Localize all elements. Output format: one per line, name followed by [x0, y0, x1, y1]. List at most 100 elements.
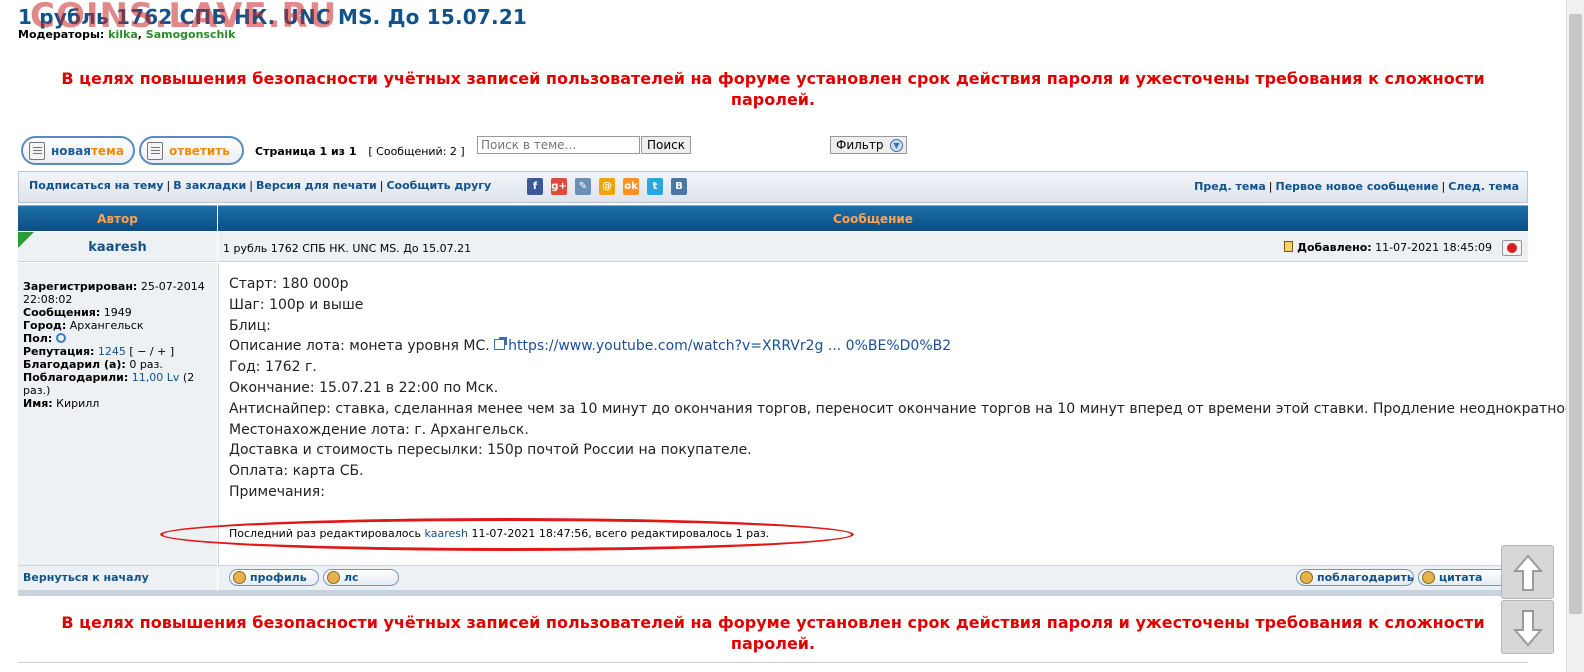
- reputation-label: Репутация:: [23, 345, 95, 358]
- external-link-icon: [494, 337, 508, 351]
- posts-value: 1949: [103, 306, 132, 319]
- topic-tools-links: Подписаться на тему | В закладки | Версия дл…: [29, 179, 492, 192]
- post-footer-left: Вернуться к началу: [18, 566, 217, 591]
- social-share: f g+ ✎ @ ok t B: [527, 178, 687, 195]
- new-topic-label: новая: [51, 143, 91, 158]
- post-line: Шаг: 100р и выше: [229, 296, 364, 313]
- edit-user-link[interactable]: kaaresh: [425, 527, 468, 540]
- message-column-header: Сообщение: [218, 205, 1528, 231]
- subscribe-link[interactable]: Подписаться на тему: [29, 179, 164, 192]
- topic-tools-bar: Подписаться на тему | В закладки | Версия дл…: [18, 171, 1528, 203]
- livejournal-icon[interactable]: ✎: [575, 178, 591, 195]
- edit-prefix: Последний раз редактировалось: [229, 527, 422, 540]
- next-topic-link[interactable]: След. тема: [1448, 180, 1519, 193]
- mailru-icon[interactable]: @: [599, 178, 615, 195]
- thanked-by-value[interactable]: 11,00 Lv: [132, 371, 180, 384]
- post-line: Старт: 180 000р: [229, 276, 349, 292]
- thank-button-label: поблагодарить: [1317, 571, 1414, 584]
- thank-button[interactable]: поблагодарить: [1296, 569, 1414, 586]
- author-profile-cell: Зарегистрирован: 25-07-2014 22:08:02 Соо…: [18, 263, 217, 566]
- post-line: Местонахождение лота: г. Архангельск.: [229, 421, 529, 438]
- quote-icon: [1422, 571, 1435, 584]
- post-body-cell: Старт: 180 000р Шаг: 100р и выше Блиц: О…: [160, 263, 1578, 566]
- private-message-button[interactable]: лс: [323, 569, 399, 586]
- male-icon: [55, 333, 66, 343]
- post-footer-right: профиль лс поблагодарить цитата: [218, 566, 1528, 591]
- users-icon: [327, 571, 340, 584]
- post-subject[interactable]: 1 рубль 1762 СПБ НК. UNC MS. До 15.07.21: [223, 242, 471, 255]
- filter-button[interactable]: Фильтр ▼: [830, 136, 907, 154]
- scroll-up-button[interactable]: [1501, 545, 1554, 599]
- divider: [18, 662, 1528, 663]
- twitter-icon[interactable]: t: [647, 178, 663, 195]
- new-topic-button[interactable]: новая тема: [21, 136, 135, 165]
- thanked-by-label: Поблагодарили:: [23, 371, 129, 384]
- bookmark-link[interactable]: В закладки: [173, 179, 246, 192]
- registered-label: Зарегистрирован:: [23, 280, 138, 293]
- search-button[interactable]: Поиск: [641, 136, 691, 154]
- youtube-link[interactable]: https://www.youtube.com/watch?v=XRRVr2g …: [508, 338, 951, 354]
- facebook-icon[interactable]: f: [527, 178, 543, 195]
- quote-button-label: цитата: [1439, 571, 1483, 584]
- post-line: Описание лота: монета уровня МС.: [229, 338, 490, 355]
- filter-label: Фильтр: [836, 138, 884, 152]
- post-date: Добавлено: 11-07-2021 18:45:09: [1284, 241, 1492, 254]
- print-version-link[interactable]: Версия для печати: [256, 179, 377, 192]
- report-post-icon[interactable]: [1502, 240, 1522, 256]
- prev-topic-link[interactable]: Пред. тема: [1194, 180, 1266, 193]
- security-notice: В целях повышения безопасности учётных з…: [61, 69, 1485, 109]
- moderators-line: Модераторы: kilka, Samogonschik: [18, 28, 236, 41]
- post-line: Год: 1762 г.: [229, 359, 317, 376]
- vkontakte-icon[interactable]: B: [671, 178, 687, 195]
- user-icon: [233, 571, 246, 584]
- post-header-cell: 1 рубль 1762 СПБ НК. UNC MS. До 15.07.21…: [218, 232, 1528, 262]
- post-line-with-link: Описание лота: монета уровня МС. https:/…: [229, 336, 1578, 357]
- back-to-top-link[interactable]: Вернуться к началу: [23, 571, 149, 584]
- reputation-value[interactable]: 1245: [98, 345, 126, 358]
- city-label: Город:: [23, 319, 67, 332]
- moderator-link[interactable]: kilka: [108, 28, 138, 41]
- city-value: Архангельск: [69, 319, 144, 332]
- document-icon: [147, 141, 163, 160]
- reply-button[interactable]: ответить: [139, 136, 244, 165]
- chevron-down-icon: ▼: [890, 139, 903, 152]
- topic-navigation: Пред. тема | Первое новое сообщение | След. …: [1194, 180, 1519, 193]
- thanked-label: Благодарил (а):: [23, 358, 126, 371]
- reputation-controls[interactable]: [ − / + ]: [129, 345, 174, 358]
- new-topic-label-accent: тема: [90, 143, 124, 158]
- post-date-value: 11-07-2021 18:45:09: [1375, 241, 1492, 254]
- post-date-label: Добавлено:: [1297, 241, 1372, 254]
- post-line: Доставка и стоимость пересылки: 150р поч…: [229, 442, 752, 459]
- pagination: Страница 1 из 1 [ Сообщений: 2 ]: [255, 145, 465, 158]
- name-value: Кирилл: [56, 397, 100, 410]
- post-line: Антиснайпер: ставка, сделанная менее чем…: [229, 400, 1578, 417]
- post-author-cell: kaaresh: [18, 232, 217, 262]
- author-column-header: Автор: [18, 205, 217, 231]
- post-author-name[interactable]: kaaresh: [18, 240, 217, 255]
- security-notice-bottom: В целях повышения безопасности учётных з…: [61, 613, 1485, 653]
- thumbs-up-icon: [1300, 571, 1313, 584]
- last-edit-note: Последний раз редактировалось kaaresh 11…: [229, 527, 769, 540]
- page-scrollbar[interactable]: [1566, 0, 1584, 672]
- arrow-down-icon: [1513, 610, 1543, 647]
- edit-suffix: 11-07-2021 18:47:56, всего редактировало…: [471, 527, 770, 540]
- document-icon: [29, 141, 45, 160]
- topic-search-input[interactable]: [477, 136, 640, 154]
- message-count: [ Сообщений: 2 ]: [368, 145, 465, 158]
- table-bottom-border: [18, 591, 1528, 596]
- post-line: Окончание: 15.07.21 в 22:00 по Мск.: [229, 379, 499, 396]
- moderator-link[interactable]: Samogonschik: [146, 28, 236, 41]
- scroll-down-button[interactable]: [1501, 600, 1554, 654]
- scrollbar-thumb[interactable]: [1569, 14, 1582, 614]
- arrow-up-icon: [1513, 554, 1543, 591]
- profile-button[interactable]: профиль: [229, 569, 319, 586]
- gender-label: Пол:: [23, 332, 53, 345]
- odnoklassniki-icon[interactable]: ok: [623, 178, 639, 195]
- post-line: Оплата: карта СБ.: [229, 463, 364, 480]
- profile-button-label: профиль: [250, 571, 307, 584]
- quote-button[interactable]: цитата: [1418, 569, 1514, 586]
- first-unread-link[interactable]: Первое новое сообщение: [1276, 180, 1439, 193]
- email-friend-link[interactable]: Сообщить другу: [386, 179, 491, 192]
- post-body: Старт: 180 000р Шаг: 100р и выше Блиц: О…: [229, 274, 1578, 503]
- google-plus-icon[interactable]: g+: [551, 178, 567, 195]
